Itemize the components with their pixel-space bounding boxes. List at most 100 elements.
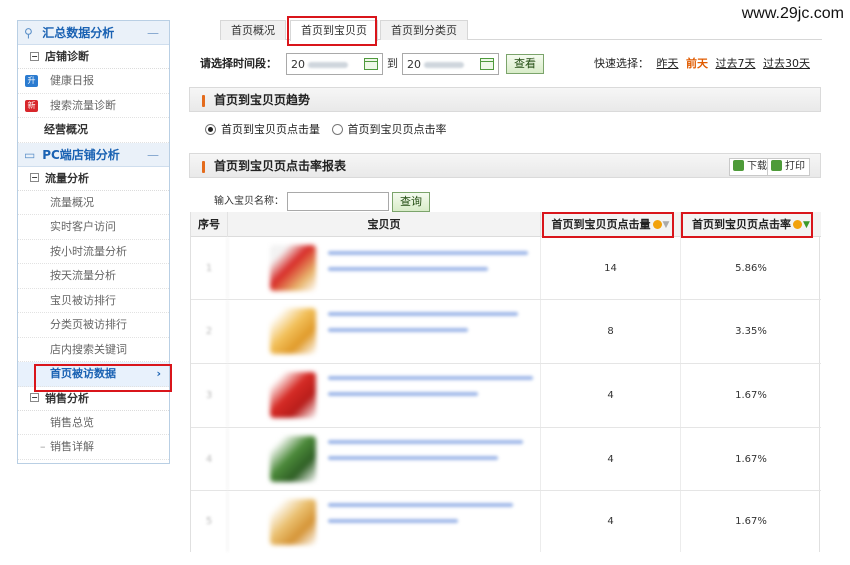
table-row: 2 8 3.35% — [191, 300, 821, 364]
radio-clicks-label: 首页到宝贝页点击量 — [221, 123, 320, 136]
sidebar-group-pc-shop[interactable]: ▭ PC端店铺分析 — — [18, 142, 169, 167]
product-thumbnail — [270, 372, 316, 418]
download-icon — [733, 159, 744, 171]
sidebar-item-daily-traffic[interactable]: 按天流量分析 — [18, 264, 169, 289]
sidebar-item-search-keywords[interactable]: 店内搜索关键词 — [18, 338, 169, 362]
sidebar-item-category-ranking[interactable]: 分类页被访排行 — [18, 313, 169, 338]
end-date-value: 20 — [407, 58, 421, 71]
collapse-box-icon: − — [30, 393, 39, 402]
sidebar-item-label: 销售详解 — [50, 440, 94, 453]
new-tag-icon: 新 — [25, 99, 38, 112]
row-seq: 1 — [191, 237, 228, 299]
quick-day-before-link[interactable]: 前天 — [686, 57, 708, 70]
row-rate: 1.67% — [735, 390, 767, 401]
sidebar-item-item-ranking[interactable]: 宝贝被访排行 — [18, 289, 169, 313]
quick-select-label: 快速选择： — [594, 57, 649, 70]
row-rate: 1.67% — [735, 516, 767, 527]
row-rate: 3.35% — [735, 326, 767, 337]
sidebar-item-label: 实时客户访问 — [50, 220, 116, 233]
sidebar-section-diagnosis-label: 店铺诊断 — [45, 50, 89, 63]
quick-select: 快速选择： 昨天 前天 过去7天 过去30天 — [594, 53, 810, 75]
tab-homepage-to-category[interactable]: 首页到分类页 — [380, 20, 468, 40]
sidebar-item-label: 按天流量分析 — [50, 269, 116, 282]
sidebar-group-pc-label: PC端店铺分析 — [42, 147, 120, 162]
collapse-icon[interactable]: — — [147, 21, 159, 45]
row-item[interactable] — [228, 300, 541, 363]
sidebar-item-search-diagnosis[interactable]: 新 搜索流量诊断 — [18, 94, 169, 118]
row-rate: 1.67% — [735, 453, 767, 465]
item-search-label: 输入宝贝名称： — [214, 196, 284, 207]
print-label: 打印 — [785, 161, 805, 172]
sidebar-group-summary[interactable]: ⚲ 汇总数据分析 — — [18, 21, 169, 45]
sidebar-item-label: 分类页被访排行 — [50, 318, 127, 331]
tab-homepage-overview[interactable]: 首页概况 — [220, 20, 286, 40]
radio-clicks[interactable]: 首页到宝贝页点击量 — [205, 123, 320, 136]
sidebar-item-label: 销售总览 — [50, 415, 94, 429]
sidebar-item-hourly-traffic[interactable]: 按小时流量分析 — [18, 240, 169, 264]
row-rate: 5.86% — [735, 262, 767, 274]
sidebar-item-health-report[interactable]: 升 健康日报 — [18, 69, 169, 94]
radio-unselected-icon — [331, 123, 343, 135]
quick-30days-link[interactable]: 过去30天 — [763, 57, 810, 70]
row-seq: 3 — [191, 364, 228, 427]
sidebar-item-label: 经营概况 — [44, 123, 88, 136]
section-bar-icon — [202, 95, 205, 107]
report-panel-header: 首页到宝贝页点击率报表 下载 打印 — [189, 153, 821, 178]
date-to-label: 到 — [387, 57, 398, 70]
row-item[interactable] — [228, 364, 541, 427]
sidebar-item-business-overview[interactable]: 经营概况 — [18, 118, 169, 143]
filter-icon: ⚲ — [24, 26, 33, 40]
row-clicks: 4 — [541, 428, 681, 490]
row-clicks: 4 — [541, 491, 681, 552]
row-item[interactable] — [228, 491, 541, 552]
monitor-icon: ▭ — [24, 147, 36, 162]
trend-panel-header: 首页到宝贝页趋势 — [189, 87, 821, 112]
sidebar-section-sales-label: 销售分析 — [45, 391, 89, 405]
sidebar: ⚲ 汇总数据分析 — − 店铺诊断 升 健康日报 新 搜索流量诊断 经营概况 ▭ … — [17, 20, 170, 464]
date-range-label: 请选择时间段： — [200, 57, 277, 70]
highlight-box-sidebar — [34, 364, 172, 392]
radio-rate-label: 首页到宝贝页点击率 — [347, 123, 447, 136]
row-seq: 5 — [191, 491, 228, 552]
start-date-value: 20 — [291, 58, 305, 71]
product-thumbnail — [270, 245, 316, 291]
section-bar-icon — [202, 161, 205, 173]
row-seq: 2 — [191, 300, 228, 363]
quick-7days-link[interactable]: 过去7天 — [716, 57, 756, 70]
item-search-input[interactable] — [287, 192, 389, 211]
product-thumbnail — [270, 436, 316, 482]
collapse-box-icon: − — [30, 51, 39, 61]
end-date-input[interactable]: 20 — [402, 53, 499, 75]
row-item[interactable] — [228, 428, 541, 490]
calendar-icon[interactable] — [480, 58, 494, 70]
calendar-icon[interactable] — [364, 58, 378, 70]
sidebar-section-traffic[interactable]: − 流量分析 — [18, 167, 169, 191]
radio-selected-icon — [205, 123, 216, 135]
sidebar-item-sales-overview[interactable]: 销售总览 — [18, 411, 169, 435]
radio-rate[interactable]: 首页到宝贝页点击率 — [331, 123, 447, 136]
highlight-box-rate-column — [681, 212, 813, 238]
download-label: 下载 — [747, 161, 767, 172]
start-date-input[interactable]: 20 — [286, 53, 383, 75]
sidebar-item-realtime-visitors[interactable]: 实时客户访问 — [18, 215, 169, 240]
download-button[interactable]: 下载 — [729, 158, 772, 176]
sidebar-item-label: 按小时流量分析 — [50, 244, 127, 258]
sidebar-item-label: 健康日报 — [50, 74, 94, 87]
row-item[interactable] — [228, 237, 541, 299]
view-button[interactable]: 查看 — [506, 54, 544, 74]
table-row: 4 4 1.67% — [191, 428, 821, 491]
sidebar-item-label: 流量概况 — [50, 195, 94, 209]
trend-panel-title: 首页到宝贝页趋势 — [214, 93, 311, 107]
product-thumbnail — [270, 499, 316, 545]
sidebar-item-traffic-overview[interactable]: 流量概况 — [18, 191, 169, 215]
sidebar-section-diagnosis[interactable]: − 店铺诊断 — [18, 45, 169, 69]
sidebar-group-summary-label: 汇总数据分析 — [42, 26, 115, 40]
print-button[interactable]: 打印 — [767, 158, 810, 176]
quick-yesterday-link[interactable]: 昨天 — [657, 57, 679, 70]
collapse-icon[interactable]: — — [147, 143, 159, 167]
table-row: 3 4 1.67% — [191, 364, 821, 428]
sidebar-item-label: 搜索流量诊断 — [50, 98, 116, 112]
query-button[interactable]: 查询 — [392, 192, 430, 212]
sidebar-item-sales-detail[interactable]: – 销售详解 — [18, 435, 169, 460]
date-range-row: 请选择时间段： 20 到 20 查看 快速选择： 昨天 前天 过去7天 过去30… — [200, 53, 810, 75]
